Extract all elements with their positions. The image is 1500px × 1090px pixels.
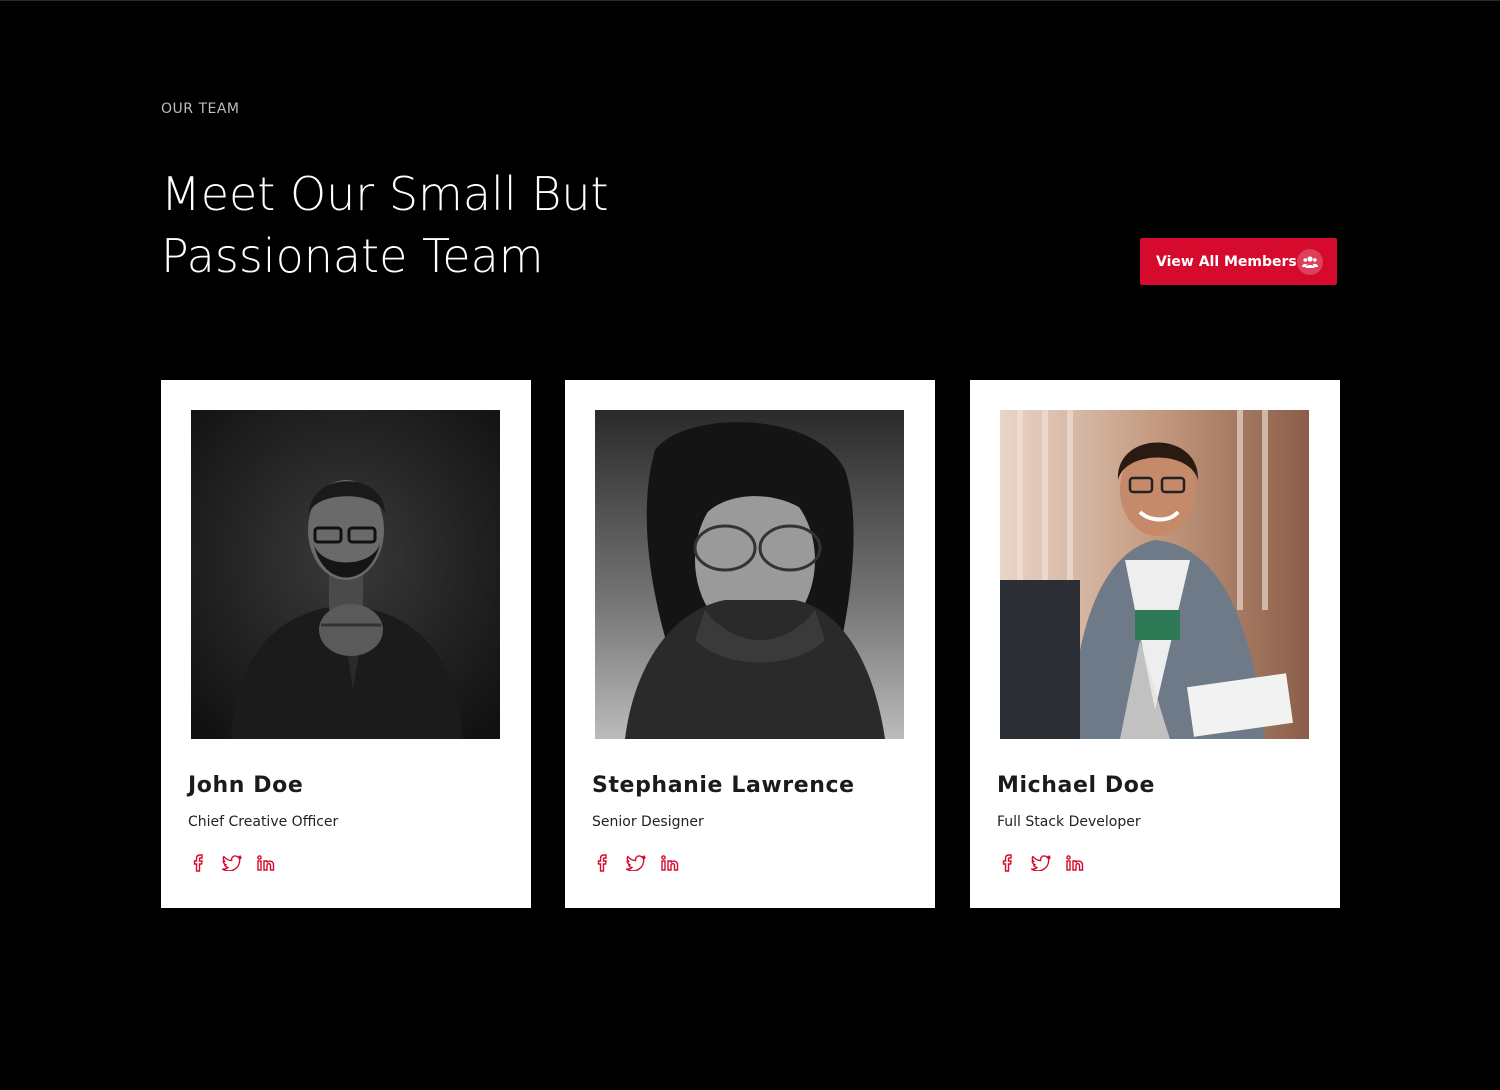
linkedin-icon[interactable]	[256, 852, 276, 874]
twitter-icon[interactable]	[1031, 852, 1051, 874]
headline-line-1: Meet Our Small But	[161, 167, 609, 221]
team-card: Stephanie Lawrence Senior Designer	[565, 380, 935, 908]
member-name: Stephanie Lawrence	[592, 773, 855, 798]
social-links	[188, 852, 276, 874]
member-role: Full Stack Developer	[997, 814, 1141, 830]
member-role: Chief Creative Officer	[188, 814, 339, 830]
linkedin-icon[interactable]	[660, 852, 680, 874]
linkedin-icon[interactable]	[1065, 852, 1085, 874]
view-all-members-button[interactable]: View All Members	[1140, 238, 1337, 285]
social-links	[997, 852, 1085, 874]
facebook-icon[interactable]	[997, 852, 1017, 874]
member-name: Michael Doe	[997, 773, 1156, 798]
twitter-icon[interactable]	[626, 852, 646, 874]
social-links	[592, 852, 680, 874]
member-photo	[595, 410, 904, 739]
users-icon	[1297, 249, 1323, 275]
team-card: John Doe Chief Creative Officer	[161, 380, 531, 908]
facebook-icon[interactable]	[592, 852, 612, 874]
member-photo	[191, 410, 500, 739]
section-eyebrow: OUR TEAM	[161, 101, 240, 117]
headline-line-2: Passionate Team	[161, 229, 544, 283]
view-all-members-label: View All Members	[1156, 253, 1297, 270]
twitter-icon[interactable]	[222, 852, 242, 874]
facebook-icon[interactable]	[188, 852, 208, 874]
top-divider	[0, 0, 1500, 1]
member-name: John Doe	[188, 773, 304, 798]
team-card: Michael Doe Full Stack Developer	[970, 380, 1340, 908]
section-headline: Meet Our Small But Passionate Team	[161, 160, 721, 284]
member-photo	[1000, 410, 1309, 739]
member-role: Senior Designer	[592, 814, 704, 830]
